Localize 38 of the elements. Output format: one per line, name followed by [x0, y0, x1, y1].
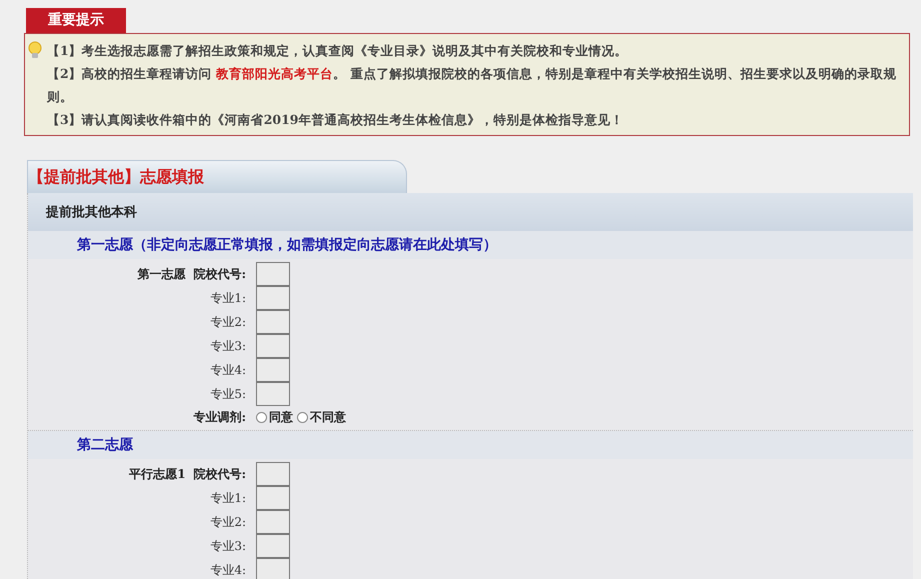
field-label: 专业1: — [210, 290, 246, 306]
platform-link[interactable]: 教育部阳光高考平台 — [216, 66, 334, 81]
lightbulb-icon — [27, 41, 43, 61]
input-field[interactable] — [256, 462, 290, 486]
input-field[interactable] — [256, 510, 290, 534]
radio-button[interactable] — [297, 412, 308, 422]
input-field[interactable] — [256, 310, 290, 334]
input-field[interactable] — [256, 382, 290, 406]
field-label: 院校代号: — [194, 466, 246, 482]
field-label: 专业4: — [210, 562, 246, 578]
option-label: 同意 — [269, 408, 293, 426]
radio-button[interactable] — [256, 412, 267, 422]
choice-label: 第一志愿 — [138, 266, 186, 282]
field-label: 专业3: — [210, 338, 246, 354]
option-label: 不同意 — [310, 408, 346, 426]
notice-text: 【2】高校的招生章程请访问 教育部阳光高考平台。 重点了解拟填报院校的各项信息，特别是章程中有关学校招生说明、招生要求以及明确的录取规则。 — [47, 65, 898, 106]
input-field[interactable] — [256, 334, 290, 358]
notice-text: 【1】考生选报志愿需了解招生政策和规定，认真查阅《专业目录》说明及其中有关院校和专业情况。 — [47, 42, 629, 60]
field-label: 院校代号: — [194, 266, 246, 282]
field-label: 专业1: — [210, 490, 246, 506]
input-field[interactable] — [256, 558, 290, 579]
input-field[interactable] — [256, 358, 290, 382]
section-title: 第一志愿（非定向志愿正常填报，如需填报定向志愿请在此处填写） — [77, 236, 497, 254]
input-field[interactable] — [256, 286, 290, 310]
adjustment-label: 专业调剂: — [194, 408, 246, 426]
input-field[interactable] — [256, 262, 290, 286]
field-label: 专业2: — [210, 514, 246, 530]
input-field[interactable] — [256, 486, 290, 510]
field-label: 专业4: — [210, 362, 246, 378]
input-field[interactable] — [256, 534, 290, 558]
notice-text: 【3】请认真阅读收件箱中的《河南省2019年普通高校招生考生体检信息》，特别是体检指导意见！ — [47, 111, 624, 129]
field-label: 专业5: — [210, 386, 246, 402]
field-label: 专业3: — [210, 538, 246, 554]
section-title: 第二志愿 — [77, 436, 133, 454]
choice-label: 平行志愿1 — [129, 466, 186, 482]
field-label: 专业2: — [210, 314, 246, 330]
batch-title: 提前批其他本科 — [46, 204, 137, 221]
panel-title: 【提前批其他】志愿填报 — [28, 167, 204, 188]
